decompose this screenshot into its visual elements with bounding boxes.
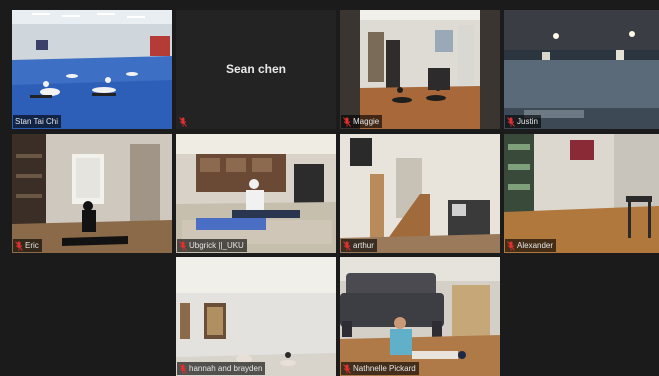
video-feed [504,10,659,129]
video-tile-arthur[interactable]: arthur [340,134,500,253]
video-feed [340,134,500,253]
participant-name: Alexander [517,241,554,250]
mic-muted-icon [507,240,515,251]
participant-name: arthur [353,241,374,250]
video-tile-justin[interactable]: Justin [504,10,659,129]
mic-muted-icon [179,363,187,374]
mic-muted-icon [15,240,23,251]
participant-name: Nathnelle Pickard [353,364,416,373]
video-tile-eric[interactable]: Eric [12,134,172,253]
participant-name: hannah and brayden [189,364,263,373]
participant-name-tag [177,115,190,128]
video-tile-sean-chen[interactable]: Sean chen [176,10,336,129]
mic-muted-icon [343,116,351,127]
participant-name-tag: Nathnelle Pickard [341,362,419,375]
video-tile-nathnelle-pickard[interactable]: Nathnelle Pickard [340,257,500,376]
video-feed [340,257,500,376]
video-tile-stan-tai-chi[interactable]: Stan Tai Chi [12,10,172,129]
participant-name-tag: Ubgrick ||_UKU [177,239,247,252]
mic-muted-icon [179,240,187,251]
participant-name: Stan Tai Chi [15,117,58,126]
participant-name: Justin [517,117,538,126]
participant-name-tag: Stan Tai Chi [13,115,61,128]
mic-muted-icon [343,240,351,251]
video-tile-maggie[interactable]: Maggie [340,10,500,129]
participant-name-tag: Eric [13,239,42,252]
participant-name: Maggie [353,117,380,126]
video-feed [340,10,500,129]
video-tile-hannah-and-brayden[interactable]: hannah and brayden [176,257,336,376]
participant-name: Ubgrick ||_UKU [189,241,244,250]
participant-name-tag: Alexander [505,239,557,252]
participant-name: Eric [25,241,39,250]
video-grid: Stan Tai Chi Sean chen Maggie Justin Eri… [0,0,659,376]
participant-name-tag: Justin [505,115,541,128]
mic-muted-icon [343,363,351,374]
participant-name-tag: arthur [341,239,377,252]
participant-name-tag: hannah and brayden [177,362,266,375]
video-feed [176,134,336,253]
participant-name-centered: Sean chen [225,62,287,76]
video-feed [12,10,172,129]
mic-muted-icon [179,116,187,127]
participant-name-tag: Maggie [341,115,383,128]
video-tile-alexander[interactable]: Alexander [504,134,659,253]
video-feed [176,257,336,376]
mic-muted-icon [507,116,515,127]
video-tile-ubgrick[interactable]: Ubgrick ||_UKU [176,134,336,253]
video-feed [12,134,172,253]
video-feed [504,134,659,253]
